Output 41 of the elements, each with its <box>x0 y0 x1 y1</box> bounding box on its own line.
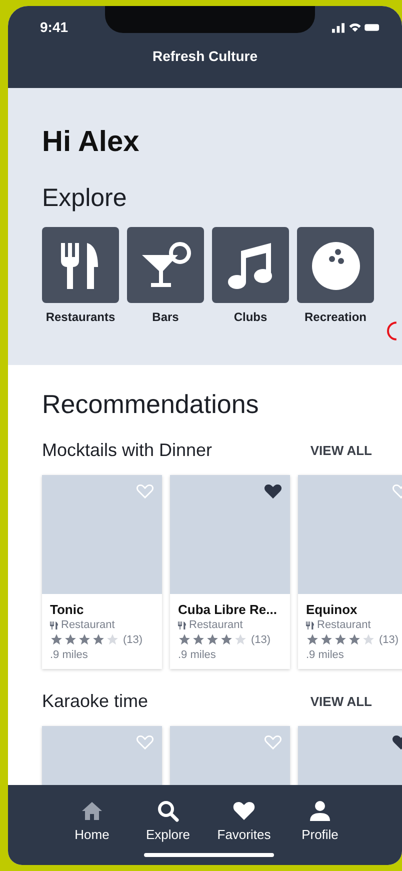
list-title: Mocktails with Dinner <box>42 440 212 461</box>
venue-name: Cuba Libre Re... <box>178 602 278 617</box>
status-icons <box>332 21 380 33</box>
venue-distance: .9 miles <box>178 649 217 661</box>
tab-item[interactable]: Profile <box>284 785 356 865</box>
venue-name: Tonic <box>50 602 85 617</box>
tab-item[interactable]: Favorites <box>208 785 280 865</box>
view-all-link[interactable]: VIEW ALL <box>310 443 372 458</box>
app-title: Refresh Culture <box>151 48 259 64</box>
category-label: Recreation <box>304 310 367 324</box>
category-button[interactable] <box>42 227 119 303</box>
fork-knife-icon <box>50 620 58 630</box>
category-button[interactable] <box>127 227 204 303</box>
category-label: Restaurants <box>46 310 116 324</box>
section-title: Recommendations <box>42 389 260 420</box>
status-time: 9:41 <box>40 19 68 35</box>
venue-card[interactable]: Tonic Restaurant (13) .9 miles <box>42 475 162 669</box>
category-button[interactable] <box>297 227 374 303</box>
fork-knife-icon <box>306 620 314 630</box>
category-label: Bars <box>152 310 179 324</box>
category-label: Clubs <box>234 310 268 324</box>
heart-icon[interactable] <box>264 483 282 499</box>
venue-card[interactable]: Cuba Libre Re... Restaurant (13) .9 miles <box>170 475 290 669</box>
fork-knife-icon <box>178 620 186 630</box>
venue-category: Restaurant <box>61 619 115 631</box>
list-title: Karaoke time <box>42 691 148 712</box>
venue-category: Restaurant <box>189 619 243 631</box>
venue-distance: .9 miles <box>50 649 89 661</box>
venue-name: Equinox <box>306 602 358 617</box>
section-title: Explore <box>42 184 128 213</box>
venue-category: Restaurant <box>317 619 371 631</box>
view-all-link[interactable]: VIEW ALL <box>310 694 372 709</box>
tab-item[interactable]: Explore <box>132 785 204 865</box>
tab-item[interactable]: Home <box>56 785 128 865</box>
review-count: (13) <box>251 634 271 646</box>
greeting: Hi Alex <box>42 126 140 159</box>
venue-distance: .9 miles <box>306 649 345 661</box>
review-count: (13) <box>123 634 143 646</box>
review-count: (13) <box>379 634 399 646</box>
venue-card[interactable]: Equinox Restaurant (13) .9 miles <box>298 475 402 669</box>
category-button[interactable] <box>212 227 289 303</box>
